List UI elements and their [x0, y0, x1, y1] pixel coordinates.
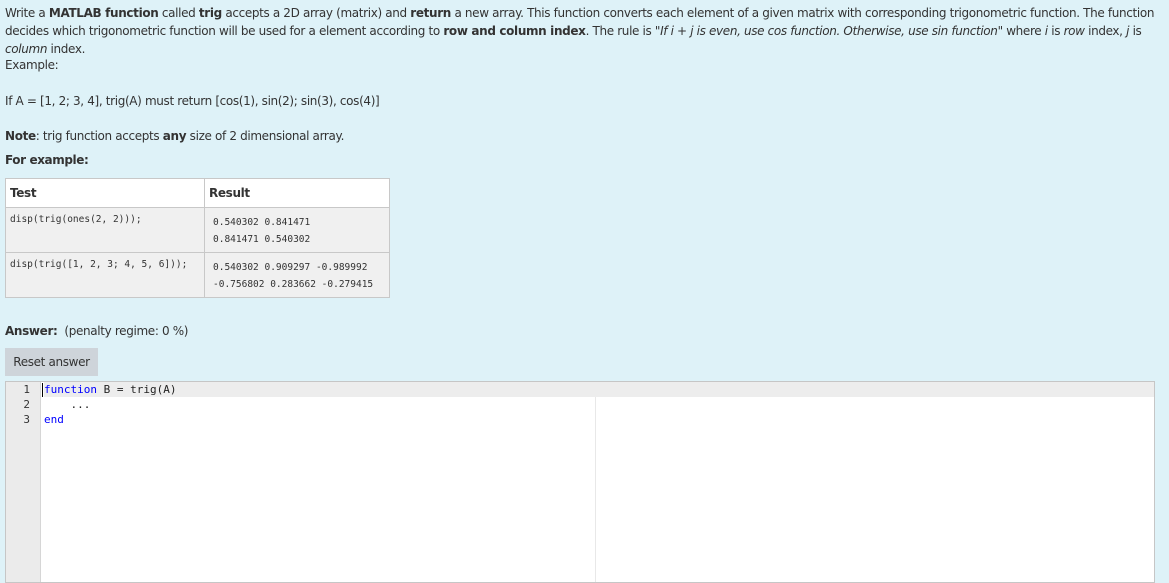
example-description: If A = [1, 2; 3, 4], trig(A) must return… — [5, 94, 380, 108]
test-cell: disp(trig([1, 2, 3; 4, 5, 6])); — [5, 252, 205, 298]
answer-label: Answer: — [5, 324, 58, 338]
result-line: 0.540302 0.841471 — [213, 217, 311, 228]
result-cell: 0.540302 0.909297 -0.989992 -0.756802 0.… — [204, 252, 390, 298]
code-line[interactable]: 2 ... — [6, 397, 1154, 412]
code-editor[interactable]: 1 function B = trig(A) 2 ... 3 end — [5, 381, 1155, 583]
note-text: Note: trig function accepts any size of … — [5, 129, 345, 143]
code-text[interactable]: ... — [44, 397, 1154, 412]
result-line: -0.756802 0.283662 -0.279415 — [213, 279, 374, 290]
examples-table: Test Result disp(trig(ones(2, 2))); 0.54… — [5, 178, 390, 298]
line-number: 2 — [23, 398, 30, 411]
code-line[interactable]: 1 function B = trig(A) — [6, 382, 1154, 397]
penalty-regime: (penalty regime: 0 %) — [64, 324, 189, 338]
for-example-label: For example: — [5, 153, 89, 167]
result-cell: 0.540302 0.841471 0.841471 0.540302 — [204, 207, 390, 253]
answer-heading: Answer: (penalty regime: 0 %) — [5, 324, 188, 338]
example-label: Example: — [5, 58, 59, 72]
result-line: 0.540302 0.909297 -0.989992 — [213, 262, 368, 273]
table-header-test: Test — [5, 178, 205, 208]
code-text[interactable]: function B = trig(A) — [44, 382, 1154, 397]
code-line[interactable]: 3 end — [6, 412, 1154, 427]
line-number: 3 — [23, 413, 30, 426]
line-number: 1 — [23, 383, 30, 396]
test-cell: disp(trig(ones(2, 2))); — [5, 207, 205, 253]
reset-answer-button[interactable]: Reset answer — [5, 348, 98, 376]
result-line: 0.841471 0.540302 — [213, 234, 311, 245]
table-row: disp(trig([1, 2, 3; 4, 5, 6])); 0.540302… — [5, 252, 390, 298]
table-row: disp(trig(ones(2, 2))); 0.540302 0.84147… — [5, 207, 390, 253]
table-header-result: Result — [204, 178, 390, 208]
question-intro: Write a MATLAB function called trig acce… — [5, 6, 1155, 56]
question-text: Write a MATLAB function called trig acce… — [5, 4, 1165, 58]
text-cursor — [42, 383, 43, 397]
code-text[interactable]: end — [44, 412, 1154, 427]
